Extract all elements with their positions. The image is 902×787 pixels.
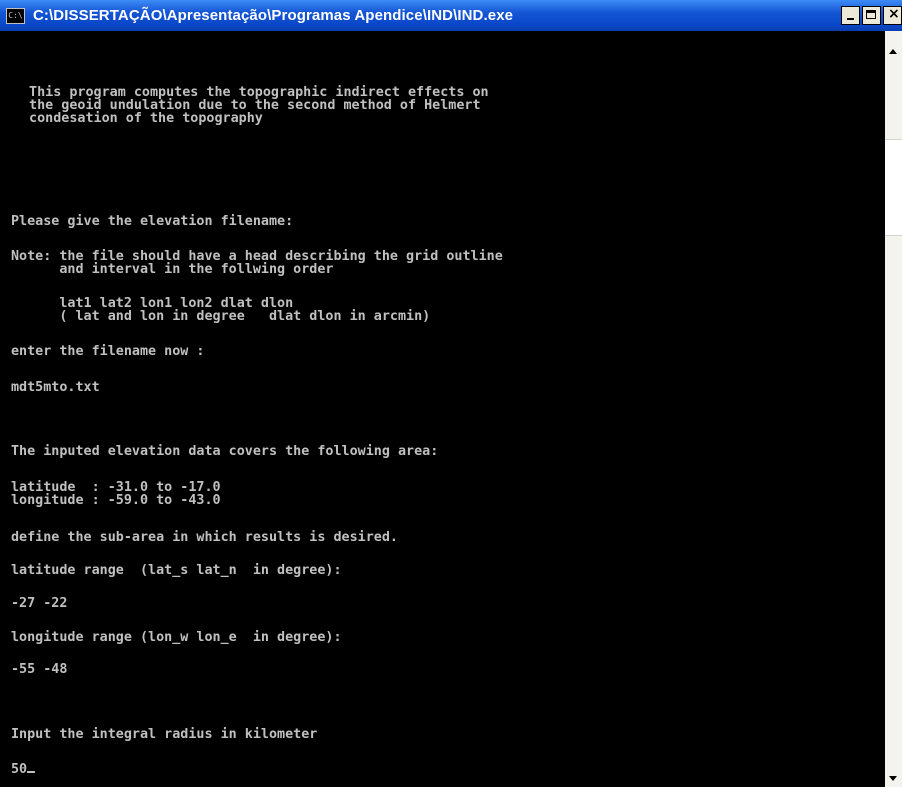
close-button[interactable]: × <box>883 6 902 25</box>
minimize-button[interactable] <box>841 6 860 25</box>
maximize-icon <box>866 10 876 19</box>
console-line: longitude range (lon_w lon_e in degree): <box>11 630 342 645</box>
window-title: C:\DISSERTAÇÃO\Apresentação\Programas Ap… <box>33 7 514 24</box>
console-output[interactable]: This program computes the topographic in… <box>0 31 885 787</box>
console-input-line[interactable]: 50 <box>11 762 36 777</box>
console-line: mdt5mto.txt <box>11 380 100 395</box>
console-line: Input the integral radius in kilometer <box>11 727 318 742</box>
console-line: enter the filename now : <box>11 344 205 359</box>
title-bar[interactable]: C:\ C:\DISSERTAÇÃO\Apresentação\Programa… <box>0 0 902 31</box>
console-line: The inputed elevation data covers the fo… <box>11 444 439 459</box>
console-line: -55 -48 <box>11 662 68 677</box>
close-icon: × <box>888 6 900 22</box>
console-line: condesation of the topography <box>21 111 263 126</box>
console-line: ( lat and lon in degree dlat dlon in arc… <box>11 309 431 324</box>
console-line: and interval in the follwing order <box>11 262 334 277</box>
maximize-button[interactable] <box>862 6 881 25</box>
arrow-up-icon <box>889 49 897 54</box>
console-line: longitude : -59.0 to -43.0 <box>11 493 221 508</box>
arrow-down-icon <box>889 776 897 781</box>
minimize-icon <box>847 18 854 20</box>
window-controls: × <box>841 6 902 25</box>
scroll-down-button[interactable] <box>885 770 902 787</box>
vertical-scrollbar[interactable] <box>885 31 902 787</box>
scroll-up-button[interactable] <box>885 43 902 60</box>
console-icon[interactable]: C:\ <box>6 7 25 24</box>
console-line: -27 -22 <box>11 596 68 611</box>
console-line: Please give the elevation filename: <box>11 214 294 229</box>
scroll-thumb[interactable] <box>885 139 902 236</box>
console-line: define the sub-area in which results is … <box>11 530 398 545</box>
text-cursor <box>27 771 36 773</box>
console-line: latitude range (lat_s lat_n in degree): <box>11 563 342 578</box>
input-text: 50 <box>11 762 28 777</box>
